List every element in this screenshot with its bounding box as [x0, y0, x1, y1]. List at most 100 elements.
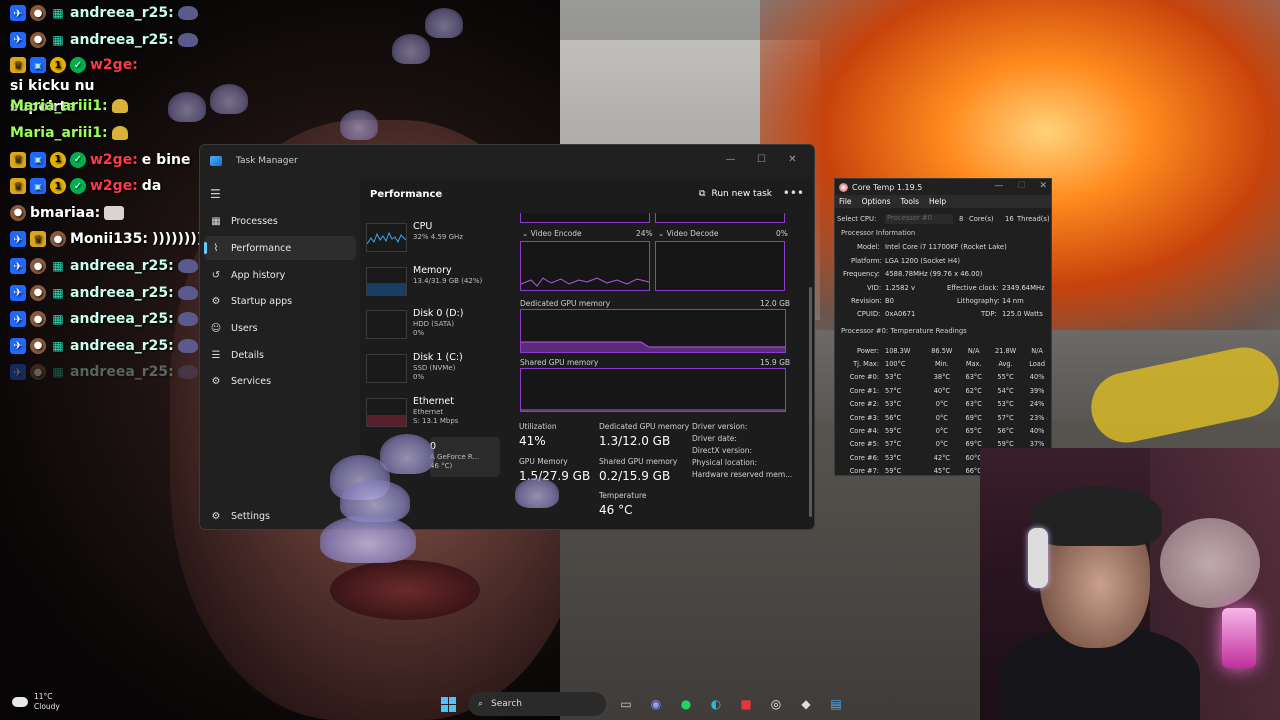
start-button[interactable]: [438, 694, 458, 714]
verified-badge-icon: ✓: [70, 151, 86, 168]
maximize-icon[interactable]: ☐: [1017, 181, 1025, 191]
column-header: Max.: [965, 360, 982, 369]
more-options-icon[interactable]: •••: [783, 186, 804, 200]
menu-file[interactable]: File: [839, 197, 852, 206]
hamburger-menu-icon[interactable]: ☰: [210, 187, 221, 201]
resource-item-disk-1[interactable]: Disk 1 (C:) SSD (NVMe) 0%: [366, 348, 498, 388]
menu-help[interactable]: Help: [929, 197, 946, 206]
cpuid-label: CPUID:: [857, 310, 881, 318]
resource-name: CPU: [413, 221, 433, 232]
resource-item-ethernet[interactable]: Ethernet Ethernet S: 13.1 Mbps: [366, 392, 498, 432]
sidebar-item-label: Users: [231, 322, 258, 334]
cat-badge-icon: ●: [30, 284, 46, 301]
one-badge-icon: 1: [50, 151, 66, 168]
task-manager-window[interactable]: Task Manager — ☐ ✕ ☰ ▦ Processes ⌇ Perfo…: [199, 144, 815, 530]
chat-message: Maria_ariii1:: [10, 120, 210, 147]
sub-badge-icon: ▦: [52, 259, 64, 274]
revision-label: Revision:: [851, 297, 882, 305]
core-row: Core #0: 53°C 38°C 63°C 55°C 40%: [841, 371, 1051, 384]
close-icon[interactable]: ✕: [777, 149, 808, 169]
window-title: Task Manager: [236, 156, 298, 166]
floating-emote: [392, 34, 430, 64]
core-load: 23%: [1029, 413, 1045, 422]
obs-icon[interactable]: ◎: [766, 694, 786, 714]
resource-detail: A GeForce R...: [430, 453, 480, 461]
discord-icon[interactable]: ◉: [646, 694, 666, 714]
scrollbar[interactable]: [809, 287, 812, 517]
menu-options[interactable]: Options: [862, 197, 891, 206]
core-max: 63°C: [965, 400, 982, 409]
core-load: 40%: [1029, 373, 1045, 382]
shared-memory-label: Shared GPU memory: [599, 457, 678, 466]
task-manager-taskbar-icon[interactable]: ▤: [826, 694, 846, 714]
spotify-icon[interactable]: ●: [676, 694, 696, 714]
core-label: Core #1:: [849, 386, 879, 395]
chat-username: andreea_r25:: [70, 258, 174, 275]
minimize-icon[interactable]: —: [994, 181, 1003, 191]
maximize-icon[interactable]: ☐: [746, 149, 777, 169]
resource-item-disk-0[interactable]: Disk 0 (D:) HDD (SATA) 0%: [366, 304, 498, 344]
resource-detail: 32% 4.59 GHz: [413, 233, 463, 241]
core-temp: 53°C: [885, 453, 902, 462]
resource-name: Disk 1 (C:): [413, 352, 463, 363]
run-new-task-button[interactable]: ⧉ Run new task: [699, 189, 772, 199]
tjmax-label: Tj. Max:: [853, 360, 879, 369]
sidebar-item-processes[interactable]: ▦ Processes: [204, 209, 356, 233]
gpu-memory-label: GPU Memory: [519, 457, 568, 466]
task-view-icon[interactable]: ▭: [616, 694, 636, 714]
weather-widget[interactable]: 11°C Cloudy: [12, 692, 60, 712]
sidebar-item-users[interactable]: ☺ Users: [204, 316, 356, 340]
sidebar-item-label: Startup apps: [231, 295, 293, 307]
video-encode-percent: 24%: [636, 229, 653, 238]
sidebar-item-performance[interactable]: ⌇ Performance: [204, 236, 356, 260]
frequency-value: 4588.78MHz (99.76 x 46.00): [885, 270, 983, 278]
verified-badge-icon: ✓: [70, 57, 86, 74]
chat-username: Monii135:: [70, 231, 148, 248]
sidebar-item-label: Processes: [231, 215, 278, 227]
power-value: N/A: [967, 346, 980, 355]
core-label: Core #7:: [849, 467, 879, 476]
chat-username: andreea_r25:: [70, 337, 174, 354]
core-temp-window[interactable]: Core Temp 1.19.5 — ☐ ✕ File Options Tool…: [834, 178, 1052, 476]
edge-icon[interactable]: ◐: [706, 694, 726, 714]
processor-select[interactable]: Processor #0: [885, 214, 953, 224]
red-app-icon[interactable]: ■: [736, 694, 756, 714]
column-header: Load: [1029, 360, 1046, 369]
sidebar-item-services[interactable]: ⚙ Services: [204, 369, 356, 393]
close-icon[interactable]: ✕: [1039, 181, 1047, 191]
core-avg: 57°C: [997, 413, 1014, 422]
monkey-badge-icon: ●: [50, 231, 66, 248]
prime-badge-icon: ✈: [10, 364, 26, 381]
sidebar-item-app-history[interactable]: ↺ App history: [204, 263, 356, 287]
core-load: 24%: [1029, 400, 1045, 409]
dedicated-memory-value: 1.3/12.0 GB: [599, 434, 671, 448]
core-min: 45°C: [933, 467, 950, 476]
resource-item-cpu[interactable]: CPU 32% 4.59 GHz: [366, 217, 498, 257]
core-temp: 59°C: [885, 427, 902, 436]
model-label: Model:: [857, 243, 880, 251]
cat-emote-icon: [104, 205, 125, 220]
sidebar-item-details[interactable]: ☰ Details: [204, 343, 356, 367]
sidebar-item-startup-apps[interactable]: ⚙ Startup apps: [204, 289, 356, 313]
cat-badge-icon: ●: [30, 258, 46, 275]
menu-tools[interactable]: Tools: [901, 197, 919, 206]
floating-emote: [515, 478, 559, 508]
column-header: Avg.: [998, 360, 1013, 369]
taskbar-search[interactable]: ⌕ Search: [468, 692, 606, 716]
floating-emote: [340, 110, 378, 140]
run-task-icon: ⧉: [699, 189, 706, 199]
core-temp: 59°C: [885, 467, 902, 476]
resource-item-gpu[interactable]: 0 A GeForce R... 46 °C): [430, 437, 500, 477]
floating-emote: [210, 84, 248, 114]
app-icon[interactable]: ◆: [796, 694, 816, 714]
resource-item-memory[interactable]: Memory 13.4/31.9 GB (42%): [366, 261, 498, 301]
window-controls: — ☐ ✕: [994, 181, 1047, 191]
floating-emote: [425, 8, 463, 38]
crown-badge-icon: ♛: [10, 178, 26, 195]
emote-icon: [177, 32, 198, 47]
minimize-icon[interactable]: —: [715, 149, 746, 169]
resource-detail: HDD (SATA): [413, 320, 455, 328]
chat-message: ✈ ● ▦ andreea_r25:: [10, 0, 210, 27]
sidebar-item-label: Details: [231, 349, 264, 361]
sidebar-item-label: Performance: [231, 242, 292, 254]
